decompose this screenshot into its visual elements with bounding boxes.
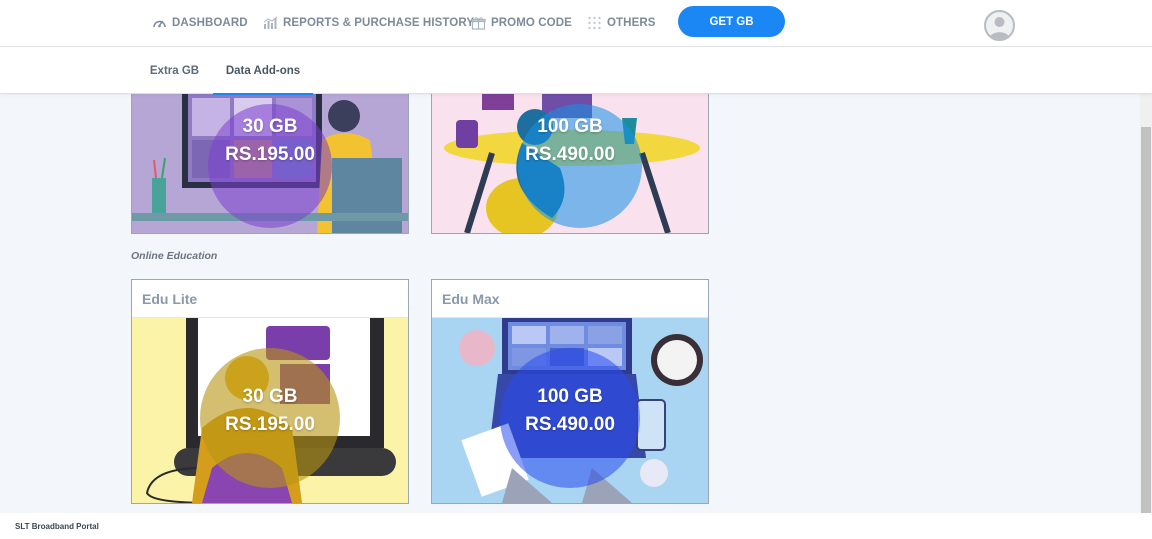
speedometer-icon	[153, 20, 166, 28]
package-price: RS.490.00	[525, 143, 615, 165]
edu-max-card[interactable]: Edu Max 100 GB RS.490.00	[431, 279, 709, 504]
price-overlay: 30 GB RS.195.00	[132, 94, 408, 233]
nav-reports[interactable]: REPORTS & PURCHASE HISTORY	[263, 0, 474, 46]
top-navigation: DASHBOARD REPORTS & PURCHASE HISTORY PRO…	[0, 0, 1152, 47]
nav-dashboard-label: DASHBOARD	[172, 17, 248, 29]
section-title-online-education: Online Education	[131, 250, 218, 262]
get-gb-button[interactable]: GET GB	[678, 6, 785, 37]
package-size: 100 GB	[537, 385, 603, 407]
package-image-video-call: 30 GB RS.195.00	[132, 94, 408, 233]
card-title: Edu Lite	[132, 280, 408, 318]
nav-reports-label: REPORTS & PURCHASE HISTORY	[283, 17, 475, 29]
package-price: RS.490.00	[525, 413, 615, 435]
package-price: RS.195.00	[225, 413, 315, 435]
package-size: 30 GB	[242, 115, 298, 137]
nav-promo-label: PROMO CODE	[491, 17, 572, 29]
footer-text: SLT Broadband Portal	[15, 521, 99, 531]
user-icon	[989, 17, 1010, 39]
tab-bar: Extra GB Data Add-ons	[0, 47, 1152, 95]
price-overlay: 100 GB RS.490.00	[432, 94, 708, 233]
package-size: 30 GB	[242, 385, 298, 407]
nav-promo-code[interactable]: PROMO CODE	[471, 0, 572, 46]
gift-icon	[471, 17, 486, 30]
package-image-edu-max: 100 GB RS.490.00	[432, 318, 708, 503]
tab-extra-gb[interactable]: Extra GB	[141, 47, 208, 94]
price-overlay: 30 GB RS.195.00	[132, 318, 408, 503]
package-card[interactable]: 30 GB RS.195.00	[131, 94, 409, 234]
dots-grid-icon	[588, 16, 601, 30]
content-area: 30 GB RS.195.00 100 GB RS.490.00 Online …	[0, 94, 1140, 513]
tab-data-add-ons[interactable]: Data Add-ons	[213, 47, 313, 95]
vertical-scrollbar[interactable]	[1140, 94, 1152, 513]
scrollbar-thumb[interactable]	[1141, 127, 1151, 513]
package-image-home-office: 100 GB RS.490.00	[432, 94, 708, 233]
package-image-edu-lite: 30 GB RS.195.00	[132, 318, 408, 503]
nav-others[interactable]: OTHERS	[587, 0, 656, 46]
card-title: Edu Max	[432, 280, 708, 318]
package-price: RS.195.00	[225, 143, 315, 165]
nav-others-label: OTHERS	[607, 17, 656, 29]
user-avatar[interactable]	[984, 10, 1015, 41]
nav-dashboard[interactable]: DASHBOARD	[152, 0, 248, 46]
footer: SLT Broadband Portal	[0, 513, 1152, 539]
package-size: 100 GB	[537, 115, 603, 137]
bar-chart-icon	[263, 16, 278, 29]
price-overlay: 100 GB RS.490.00	[432, 318, 708, 503]
package-card[interactable]: 100 GB RS.490.00	[431, 94, 709, 234]
edu-lite-card[interactable]: Edu Lite 30 GB RS.195.00	[131, 279, 409, 504]
